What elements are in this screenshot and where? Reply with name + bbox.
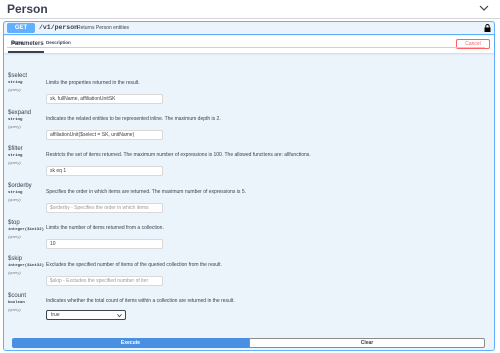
column-header-name: Name bbox=[11, 40, 24, 45]
param-name: $top bbox=[8, 220, 20, 226]
section-header[interactable]: Person bbox=[0, 0, 500, 19]
param-description: Specifies the order in which items are r… bbox=[46, 189, 246, 195]
count-select-value: true bbox=[51, 312, 60, 318]
skip-input[interactable] bbox=[46, 276, 163, 286]
chevron-down-icon bbox=[117, 313, 122, 318]
param-location: (query) bbox=[8, 307, 21, 312]
param-name: $orderby bbox=[8, 183, 32, 189]
divider bbox=[7, 47, 485, 48]
tab-underline bbox=[8, 51, 44, 53]
param-description: Limits the number of items returned from… bbox=[46, 225, 164, 231]
param-name: $expand bbox=[8, 110, 32, 116]
param-type: string bbox=[8, 81, 23, 85]
param-location: (query) bbox=[8, 160, 21, 165]
param-location: (query) bbox=[8, 270, 21, 275]
param-type: integer($int32) bbox=[8, 228, 45, 232]
lock-icon[interactable] bbox=[484, 24, 491, 32]
param-description: Limits the properties returned in the re… bbox=[46, 80, 140, 86]
param-name: $filter bbox=[8, 146, 23, 152]
param-description: Restricts the set of items returned. The… bbox=[46, 152, 311, 158]
param-name: $select bbox=[8, 73, 28, 79]
column-header-description: Description bbox=[46, 40, 71, 45]
method-badge: GET bbox=[7, 23, 35, 33]
param-description: Indicates whether the total count of ite… bbox=[46, 298, 235, 304]
param-location: (query) bbox=[8, 87, 21, 92]
section-title: Person bbox=[7, 2, 48, 16]
clear-button[interactable]: Clear bbox=[249, 338, 485, 348]
param-location: (query) bbox=[8, 124, 21, 129]
filter-input[interactable] bbox=[46, 166, 163, 176]
param-name: $skip bbox=[8, 256, 23, 262]
param-type: string bbox=[8, 154, 23, 158]
param-location: (query) bbox=[8, 234, 21, 239]
parameters-header: Parameters Cancel bbox=[4, 36, 494, 53]
param-description: Indicates the related entities to be rep… bbox=[46, 116, 221, 122]
chevron-up-icon[interactable] bbox=[479, 3, 489, 13]
operation-description: Returns Person entities bbox=[77, 25, 129, 31]
param-name: $count bbox=[8, 293, 27, 299]
param-location: (query) bbox=[8, 197, 21, 202]
param-type: string bbox=[8, 191, 23, 195]
count-select[interactable]: true bbox=[46, 310, 126, 320]
expand-input[interactable] bbox=[46, 130, 163, 140]
param-type: boolean bbox=[8, 301, 25, 305]
operation-path: /v1/person bbox=[39, 24, 79, 31]
execute-button[interactable]: Execute bbox=[12, 338, 249, 348]
param-type: integer($int32) bbox=[8, 264, 45, 268]
param-description: Excludes the specified number of items o… bbox=[46, 262, 222, 268]
orderby-input[interactable] bbox=[46, 203, 163, 213]
param-type: string bbox=[8, 118, 23, 122]
operation-summary[interactable]: GET /v1/person Returns Person entities bbox=[4, 22, 494, 35]
select-input[interactable] bbox=[46, 94, 163, 104]
top-input[interactable] bbox=[46, 239, 163, 249]
